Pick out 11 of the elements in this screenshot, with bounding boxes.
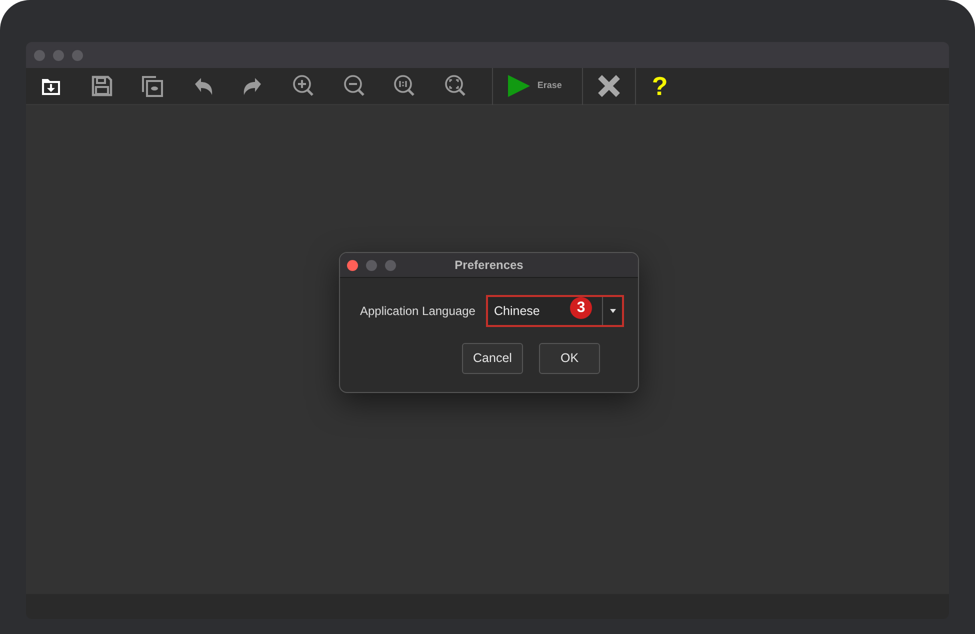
field-label: Application Language [360,303,476,320]
help-button[interactable]: ? [636,73,684,99]
dialog-button[interactable]: Cancel [462,343,523,374]
erase-button[interactable]: Erase [493,68,582,104]
play-icon [507,74,532,98]
language-select[interactable]: Chinese 3 [486,295,624,327]
dialog-title: Preferences [454,257,524,274]
caret-icon [610,309,616,313]
close-icon[interactable] [347,260,358,270]
step-badge: 3 [570,297,592,319]
dialog-button[interactable]: OK [539,343,600,374]
